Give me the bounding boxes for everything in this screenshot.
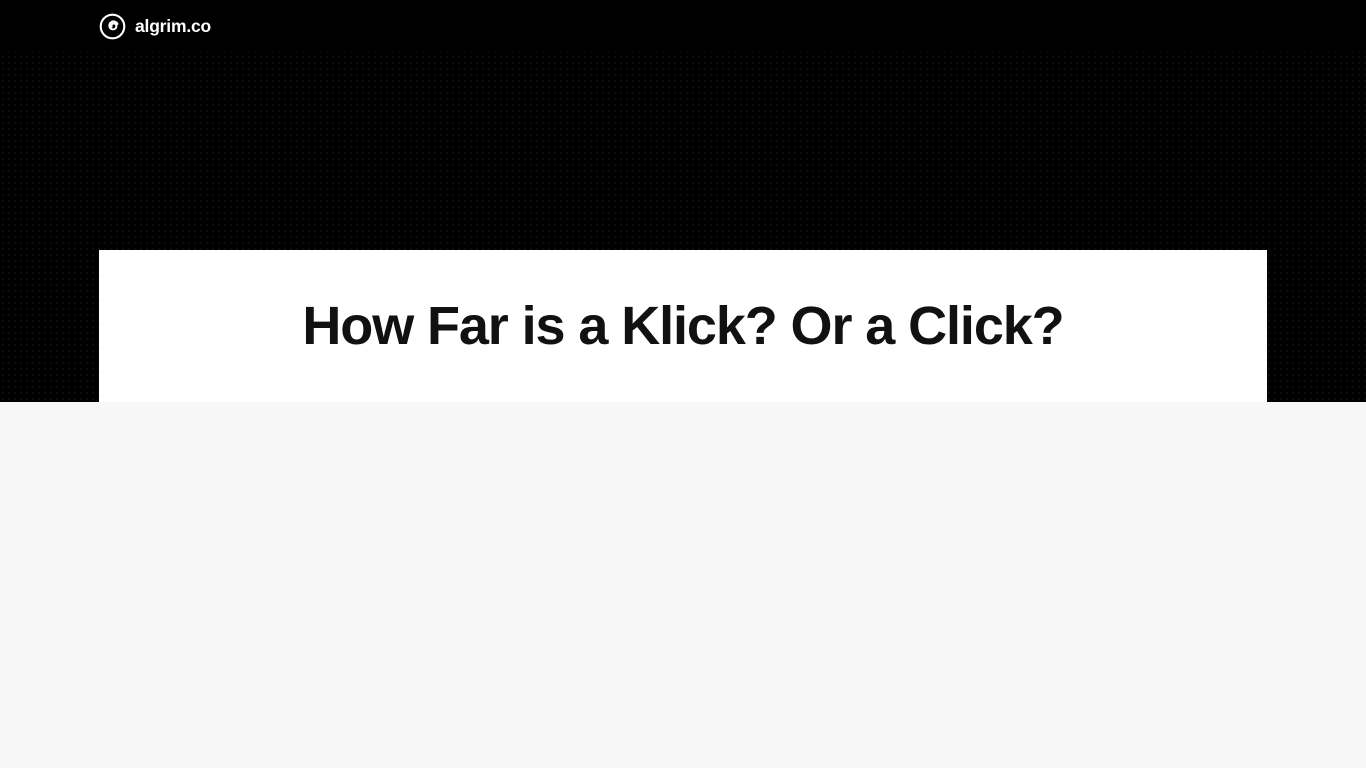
article-title-card: How Far is a Klick? Or a Click? [99, 250, 1267, 402]
article-content-area: HOME · HUMAN RESOURCES · LAST UPDATE: 20… [0, 402, 1366, 768]
site-logo-link[interactable]: algrim.co [99, 13, 211, 40]
page-title: How Far is a Klick? Or a Click? [302, 295, 1064, 356]
site-brand-name: algrim.co [135, 15, 212, 36]
hero-banner: algrim.co How Far is a Klick? Or a Click… [0, 0, 1366, 402]
spiral-swirl-icon [99, 13, 126, 40]
